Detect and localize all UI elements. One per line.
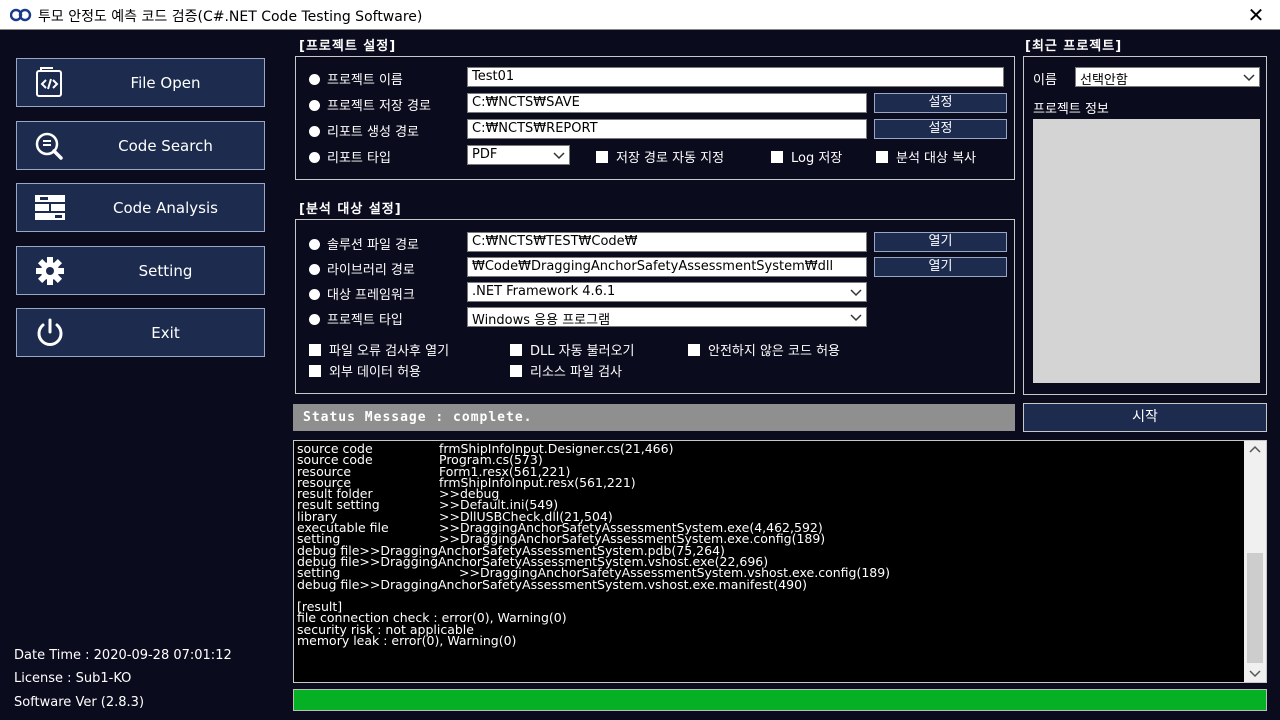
report-path-set-button[interactable]: 설정: [874, 119, 1007, 139]
project-type-select[interactable]: Windows 응용 프로그램: [467, 307, 867, 327]
status-message: Status Message : complete.: [293, 404, 1015, 431]
save-path-set-button[interactable]: 설정: [874, 93, 1007, 113]
file-open-button[interactable]: File Open: [16, 58, 265, 107]
progress-fill: [294, 690, 1266, 710]
log-output[interactable]: source code frmShipInfoInput.Designer.cs(…: [293, 440, 1267, 683]
log-line: result folder >>debug: [297, 487, 890, 500]
project-settings-header: [프로젝트 설정]: [299, 39, 397, 54]
log-text: source code frmShipInfoInput.Designer.cs(…: [297, 442, 890, 649]
chevron-down-icon: [850, 289, 862, 297]
log-line: source code frmShipInfoInput.Designer.cs(…: [297, 442, 890, 455]
unsafe-code-checkbox[interactable]: 안전하지 않은 코드 허용: [688, 340, 840, 359]
project-name-label: 프로젝트 이름: [309, 69, 403, 88]
library-path-input[interactable]: ₩Code₩DraggingAnchorSafetyAssessmentSyst…: [467, 257, 867, 277]
bullet-icon: [309, 100, 320, 111]
scroll-up-icon[interactable]: [1244, 441, 1266, 459]
log-save-checkbox[interactable]: Log 저장: [771, 147, 842, 166]
file-open-label: File Open: [130, 74, 201, 92]
copy-target-checkbox[interactable]: 분석 대상 복사: [876, 147, 976, 166]
save-path-label: 프로젝트 저장 경로: [309, 95, 431, 114]
chevron-down-icon: [553, 152, 565, 160]
start-button[interactable]: 시작: [1023, 403, 1267, 432]
log-line: resource frmShipInfoInput.resx(561,221): [297, 476, 890, 489]
recent-project-value: 선택안함: [1080, 73, 1128, 87]
log-line: debug file>>DraggingAnchorSafetyAssessme…: [297, 578, 890, 591]
exit-label: Exit: [151, 324, 180, 342]
setting-button[interactable]: Setting: [16, 246, 265, 295]
project-type-value: Windows 응용 프로그램: [472, 313, 611, 327]
bullet-icon: [309, 314, 320, 325]
log-line: memory leak : error(0), Warning(0): [297, 633, 890, 649]
project-name-input[interactable]: Test01: [467, 67, 1004, 87]
analysis-settings-header: [분석 대상 설정]: [299, 202, 402, 217]
library-path-label: 라이브러리 경로: [309, 259, 415, 278]
file-code-icon: [36, 67, 62, 97]
log-scrollbar[interactable]: [1244, 441, 1266, 682]
exit-button[interactable]: Exit: [16, 308, 265, 357]
license: License : Sub1-KO: [14, 671, 132, 686]
recent-project-select[interactable]: 선택안함: [1075, 67, 1260, 87]
code-search-label: Code Search: [118, 137, 213, 155]
bullet-icon: [309, 264, 320, 275]
report-path-label: 리포트 생성 경로: [309, 121, 419, 140]
search-code-icon: [35, 132, 63, 160]
framework-value: .NET Framework 4.6.1: [472, 284, 616, 299]
report-type-select[interactable]: PDF: [467, 145, 570, 165]
solution-path-input[interactable]: C:₩NCTS₩TEST₩Code₩: [467, 232, 867, 252]
code-analysis-button[interactable]: Code Analysis: [16, 183, 265, 232]
bullet-icon: [309, 289, 320, 300]
window-title: 투모 안정도 예측 코드 검증(C#.NET Code Testing Soft…: [38, 9, 423, 25]
code-analysis-label: Code Analysis: [113, 199, 218, 217]
date-time: Date Time : 2020-09-28 07:01:12: [14, 648, 232, 663]
setting-label: Setting: [138, 262, 193, 280]
code-search-button[interactable]: Code Search: [16, 121, 265, 170]
solution-open-button[interactable]: 열기: [874, 232, 1007, 252]
external-data-checkbox[interactable]: 외부 데이터 허용: [309, 361, 421, 380]
resource-check-checkbox[interactable]: 리소스 파일 검사: [510, 361, 622, 380]
log-line: source code Program.cs(573): [297, 453, 890, 466]
auto-path-checkbox[interactable]: 저장 경로 자동 지정: [596, 147, 724, 166]
chevron-down-icon: [1243, 74, 1255, 82]
dll-auto-checkbox[interactable]: DLL 자동 불러오기: [510, 340, 635, 359]
scroll-down-icon[interactable]: [1244, 664, 1266, 682]
scrollbar-thumb[interactable]: [1247, 553, 1263, 663]
chevron-down-icon: [850, 314, 862, 322]
bullet-icon: [309, 74, 320, 85]
save-path-input[interactable]: C:₩NCTS₩SAVE: [467, 93, 867, 113]
report-path-input[interactable]: C:₩NCTS₩REPORT: [467, 119, 867, 139]
power-icon: [37, 318, 63, 346]
bullet-icon: [309, 126, 320, 137]
log-value: memory leak : error(0), Warning(0): [297, 633, 517, 649]
recent-projects-header: [최근 프로젝트]: [1025, 39, 1123, 54]
close-button[interactable]: ✕: [1244, 3, 1268, 27]
library-open-button[interactable]: 열기: [874, 257, 1007, 277]
software-version: Software Ver (2.8.3): [14, 695, 145, 710]
gear-icon: [36, 257, 64, 285]
recent-name-label: 이름: [1033, 73, 1057, 88]
framework-select[interactable]: .NET Framework 4.6.1: [467, 282, 867, 302]
bullet-icon: [309, 152, 320, 163]
project-info-panel: [1033, 119, 1260, 383]
project-info-label: 프로젝트 정보: [1033, 102, 1109, 117]
project-type-label: 프로젝트 타입: [309, 309, 403, 328]
framework-label: 대상 프레임워크: [309, 284, 415, 303]
report-type-label: 리포트 타입: [309, 147, 391, 166]
analysis-icon: [35, 195, 65, 220]
progress-bar: [293, 689, 1267, 711]
title-bar: 투모 안정도 예측 코드 검증(C#.NET Code Testing Soft…: [0, 0, 1280, 30]
app-logo-icon: [10, 8, 32, 22]
solution-path-label: 솔루션 파일 경로: [309, 234, 419, 253]
report-type-value: PDF: [472, 147, 498, 162]
bullet-icon: [309, 239, 320, 250]
open-after-check-checkbox[interactable]: 파일 오류 검사후 열기: [309, 340, 449, 359]
